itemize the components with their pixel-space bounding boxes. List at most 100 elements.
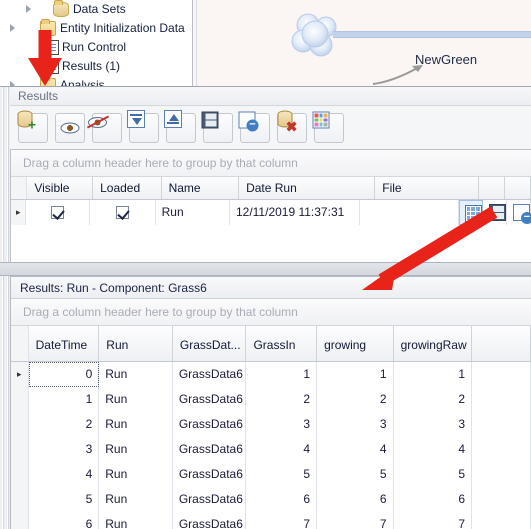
column-header-date-run[interactable]: Date Run [239,177,376,199]
row-grid-icon-button[interactable] [458,200,483,225]
cell-grassin[interactable]: 4 [246,437,318,462]
cell-loaded[interactable] [90,200,156,225]
delete-result-button[interactable]: ✖ [277,110,307,143]
cell-growing-raw[interactable]: 6 [394,487,473,512]
table-row[interactable]: 4 Run GrassData6 5 5 5 [11,462,531,487]
cell-datetime[interactable]: 3 [29,437,100,462]
show-result-button[interactable] [55,113,85,143]
add-result-button[interactable]: + [17,110,48,143]
remove-result-button[interactable]: − [238,111,270,143]
cell-growing-raw[interactable]: 5 [394,462,473,487]
loaded-checkbox[interactable] [115,206,129,220]
column-header-loaded[interactable]: Loaded [93,177,162,199]
column-header-grassin[interactable]: GrassIn [246,326,318,361]
column-header-visible[interactable]: Visible [27,177,94,199]
column-header-grassdata[interactable]: GrassDat... [173,326,247,361]
cell-run[interactable]: Run [99,387,173,412]
cell-grassin[interactable]: 5 [246,462,318,487]
cell-growing[interactable]: 4 [317,437,394,462]
cell-growing[interactable]: 5 [317,462,394,487]
cell-grassdata[interactable]: GrassData6 [173,387,247,412]
visible-checkbox[interactable] [51,206,65,220]
cell-growing-raw[interactable]: 4 [394,437,473,462]
component-grid-body[interactable]: ▸ 0 Run GrassData6 1 1 1 1 Run GrassData6 2 2 2 2 Run G… [11,362,531,529]
chevron-right-icon[interactable] [10,24,15,32]
hide-result-button[interactable] [86,113,122,143]
row-indicator: ▸ [11,200,27,225]
column-header-run[interactable]: Run [99,326,173,361]
model-diagram-canvas[interactable]: NewGreen [192,0,531,86]
cell-file[interactable] [360,200,459,225]
cell-datetime[interactable]: 6 [29,512,100,529]
cell-name[interactable]: Run [156,200,230,225]
cell-run[interactable]: Run [99,512,173,529]
table-row[interactable]: 5 Run GrassData6 6 6 6 [11,487,531,512]
table-row[interactable]: 1 Run GrassData6 2 2 2 [11,387,531,412]
tree-item-analysis[interactable]: Analysis [0,76,192,86]
cell-datetime[interactable]: 4 [29,462,100,487]
column-header-growing-raw[interactable]: growing Raw [394,326,473,361]
table-row[interactable]: ▸ Run 12/11/2019 11:37:31 − [11,200,531,225]
cell-grassin[interactable]: 2 [246,387,318,412]
table-row[interactable]: 6 Run GrassData6 7 7 7 [11,512,531,529]
pane-splitter-left[interactable] [0,87,10,240]
cell-grassin[interactable]: 1 [246,362,318,387]
row-indicator [11,462,29,487]
cell-run[interactable]: Run [99,462,173,487]
cell-growing[interactable]: 1 [317,362,394,387]
results-grid[interactable]: Drag a column header here to group by th… [10,149,531,241]
table-row[interactable]: ▸ 0 Run GrassData6 1 1 1 [11,362,531,387]
cell-growing-raw[interactable]: 1 [394,362,473,387]
chevron-right-icon[interactable] [26,5,31,13]
cell-growing-raw[interactable]: 2 [394,387,473,412]
cell-grassdata[interactable]: GrassData6 [173,462,247,487]
cell-growing-raw[interactable]: 7 [394,512,473,529]
cell-datetime[interactable]: 5 [29,487,100,512]
cell-run[interactable]: Run [99,437,173,462]
pane-splitter-left-lower[interactable] [0,240,10,529]
cell-grassin[interactable]: 6 [246,487,318,512]
cell-grassdata[interactable]: GrassData6 [173,362,247,387]
row-save-icon-button[interactable] [483,200,507,225]
cell-grassdata[interactable]: GrassData6 [173,512,247,529]
unload-result-button[interactable] [164,110,196,143]
cell-datetime[interactable]: 0 [28,362,100,387]
row-export-icon-button[interactable]: − [507,200,531,225]
cell-growing[interactable]: 6 [317,487,394,512]
cell-grassin[interactable]: 7 [246,512,318,529]
cell-run[interactable]: Run [99,362,173,387]
load-result-button[interactable] [127,110,159,143]
column-header-name[interactable]: Name [162,177,240,199]
column-header-growing[interactable]: growing [317,326,394,361]
project-tree[interactable]: Data Sets Entity Initialization Data Run… [0,0,192,86]
column-header-file[interactable]: File [375,177,479,199]
cell-run[interactable]: Run [99,487,173,512]
pane-divider-band[interactable] [0,262,531,276]
cell-growing-raw[interactable]: 3 [394,412,473,437]
cell-grassdata[interactable]: GrassData6 [173,437,247,462]
cell-datetime[interactable]: 1 [29,387,100,412]
connector-line[interactable] [333,31,531,38]
cell-growing[interactable]: 7 [317,512,394,529]
tree-item-run-control[interactable]: Run Control [0,38,192,57]
table-row[interactable]: 2 Run GrassData6 3 3 3 [11,412,531,437]
save-result-button[interactable] [201,111,233,143]
cell-growing[interactable]: 2 [317,387,394,412]
cell-grassdata[interactable]: GrassData6 [173,487,247,512]
cell-date-run[interactable]: 12/11/2019 11:37:31 [230,200,360,225]
tree-item-entity-initialization-data[interactable]: Entity Initialization Data [0,19,192,38]
cell-datetime[interactable]: 2 [29,412,100,437]
cell-growing[interactable]: 3 [317,412,394,437]
cell-run[interactable]: Run [99,412,173,437]
table-row[interactable]: 3 Run GrassData6 4 4 4 [11,437,531,462]
cell-grassin[interactable]: 3 [246,412,318,437]
column-header-datetime[interactable]: DateTime [29,326,100,361]
tree-item-results[interactable]: Results (1) [0,57,192,76]
cell-grassdata[interactable]: GrassData6 [173,412,247,437]
tree-item-data-sets[interactable]: Data Sets [0,0,192,19]
group-panel-hint[interactable]: Drag a column header here to group by th… [11,150,531,177]
group-panel-hint-lower[interactable]: Drag a column header here to group by th… [11,299,531,326]
grid-view-button[interactable] [312,111,344,143]
cell-visible[interactable] [26,200,90,225]
document-icon [43,40,59,55]
